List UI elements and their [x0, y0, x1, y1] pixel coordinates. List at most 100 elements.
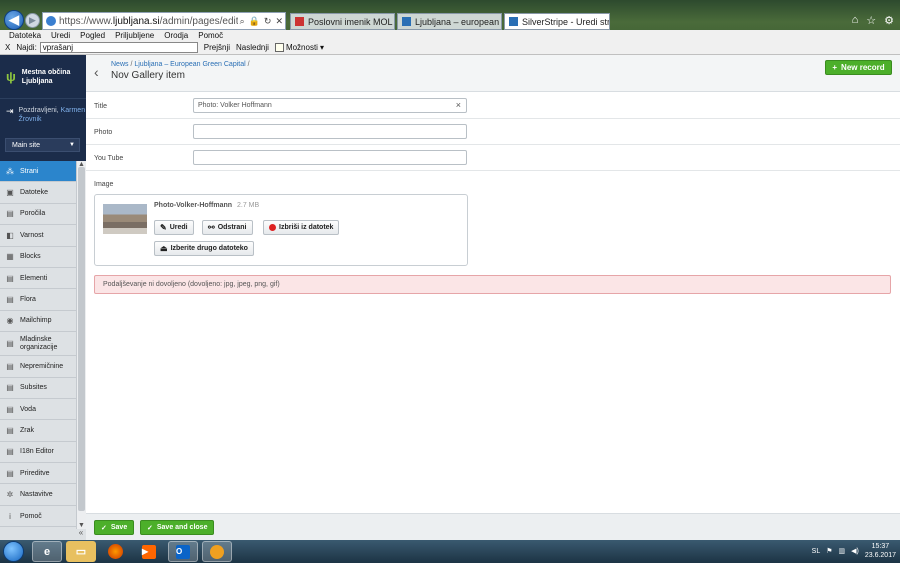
find-prev-button[interactable]: Prejšnji	[204, 43, 230, 52]
sidebar-item-6[interactable]: ▤ Flora	[0, 289, 76, 311]
browser-menubar: Datoteka Uredi Pogled Priljubljene Orodj…	[0, 30, 900, 41]
site-selector: Main site ▼	[0, 133, 86, 163]
firefox-taskbar-icon[interactable]	[100, 541, 130, 562]
stop-icon[interactable]: ✕	[273, 16, 285, 27]
lock-icon[interactable]: 🔒	[247, 16, 262, 27]
find-options-button[interactable]: Možnosti ▾	[274, 43, 324, 52]
collapse-sidebar-icon[interactable]: «	[76, 528, 86, 540]
delete-from-files-button[interactable]: Izbriši iz datotek	[263, 220, 340, 235]
sidebar-item-2[interactable]: ▤ Poročila	[0, 203, 76, 226]
menu-file[interactable]: Datoteka	[9, 30, 41, 41]
browser-tab-1[interactable]: Ljubljana – european green ca...	[397, 13, 502, 30]
menu-help[interactable]: Pomoč	[198, 30, 223, 41]
sidebar-scrollbar[interactable]: ▲ ▼	[76, 161, 86, 529]
reports-icon: ▤	[6, 209, 14, 219]
app-taskbar-icon[interactable]	[202, 541, 232, 562]
new-record-button[interactable]: + New record	[825, 60, 892, 75]
sidebar-item-10[interactable]: ▤ Subsites	[0, 377, 76, 399]
clock[interactable]: 15:37 23.6.2017	[865, 542, 896, 560]
back-arrow-icon[interactable]: ◀	[4, 10, 24, 30]
logout-icon[interactable]: ⇥	[6, 106, 14, 133]
search-icon[interactable]: ⌕	[238, 16, 247, 27]
sidebar-item-0[interactable]: ⁂ Strani	[0, 161, 76, 183]
ie-taskbar-icon[interactable]: e	[32, 541, 62, 562]
outlook-taskbar-icon[interactable]: O	[168, 541, 198, 562]
menu-favorites[interactable]: Priljubljene	[115, 30, 154, 41]
sidebar-item-8[interactable]: ▤ Mladinske organizacije	[0, 332, 76, 357]
brand[interactable]: ψ Mestna občina Ljubljana	[0, 55, 86, 98]
sidebar-item-5[interactable]: ▤ Elementi	[0, 267, 76, 290]
remove-button[interactable]: ⚯ Odstrani	[202, 220, 253, 235]
find-next-button[interactable]: Naslednji	[236, 43, 269, 52]
sidebar-item-11[interactable]: ▤ Voda	[0, 398, 76, 421]
sitemap-icon: ⁂	[6, 166, 14, 176]
find-label: Najdi:	[16, 43, 37, 52]
choose-another-file-button[interactable]: ⏏ Izberite drugo datoteko	[154, 241, 254, 256]
language-indicator[interactable]: SL	[812, 548, 821, 555]
menu-tools[interactable]: Orodja	[164, 30, 188, 41]
help-icon: i	[9, 511, 11, 521]
sidebar-item-4[interactable]: ▦ Blocks	[0, 246, 76, 268]
volume-icon[interactable]: ◀)	[851, 547, 859, 555]
refresh-icon[interactable]: ↻	[262, 16, 274, 27]
url-domain: ljubljana.si	[112, 15, 160, 27]
sidebar-item-15[interactable]: ✲ Nastavitve	[0, 484, 76, 506]
back-chevron-icon[interactable]: ‹	[94, 64, 99, 80]
home-icon[interactable]: ⌂	[852, 14, 859, 27]
browser-toolbar-icons: ⌂ ☆ ⚙	[852, 14, 894, 27]
sidebar-item-label: Flora	[20, 296, 36, 304]
youtube-row: You Tube	[86, 145, 900, 171]
save-label: Save	[110, 524, 128, 531]
save-button[interactable]: ✓ Save	[94, 520, 135, 535]
explorer-taskbar-icon[interactable]: ▭	[66, 541, 96, 562]
sidebar-item-1[interactable]: ▣ Datoteke	[0, 182, 76, 204]
mailchimp-icon: ◉	[6, 316, 14, 326]
forward-arrow-icon[interactable]: ▶	[25, 13, 40, 28]
water-icon: ▤	[6, 404, 14, 414]
file-name: Photo-Volker-Hoffmann 2.7 MB	[154, 202, 259, 209]
browser-tab-0[interactable]: Poslovni imenik MOL - Vsi stiki	[290, 13, 395, 30]
sidebar-item-13[interactable]: ▤ I18n Editor	[0, 441, 76, 464]
network-icon[interactable]: ▥	[839, 547, 846, 555]
image-upload-panel: Photo-Volker-Hoffmann 2.7 MB ✎ Uredi ⚯ O…	[94, 194, 468, 266]
youtube-input[interactable]	[193, 150, 467, 165]
sidebar-item-label: Mailchimp	[20, 317, 52, 325]
flag-icon[interactable]: ⚑	[826, 547, 832, 555]
breadcrumb-green-capital[interactable]: Ljubljana – European Green Capital	[134, 61, 245, 68]
sidebar-item-14[interactable]: ▤ Prireditve	[0, 463, 76, 485]
scrollbar-thumb[interactable]	[78, 167, 85, 511]
photo-input[interactable]	[193, 124, 467, 139]
address-bar[interactable]: https://www.ljubljana.si/admin/pages/edi…	[42, 12, 286, 30]
sidebar-item-7[interactable]: ◉ Mailchimp	[0, 310, 76, 333]
find-close-icon[interactable]: X	[5, 43, 10, 52]
edit-button[interactable]: ✎ Uredi	[154, 220, 194, 235]
gear-icon[interactable]: ⚙	[884, 14, 894, 27]
find-input[interactable]: vprašanj	[39, 42, 198, 53]
sidebar-item-label: Elementi	[20, 274, 48, 282]
options-icon	[274, 43, 284, 52]
user-info[interactable]: ⇥ Pozdravljeni, Karmen Žrovnik	[0, 98, 86, 133]
start-button[interactable]	[3, 541, 24, 562]
main-panel: ‹ News / Ljubljana – European Green Capi…	[86, 55, 900, 540]
find-options-label: Možnosti	[285, 43, 318, 52]
clear-icon[interactable]: ×	[456, 99, 461, 112]
media-player-taskbar-icon[interactable]: ▶	[134, 541, 164, 562]
sidebar-item-3[interactable]: ◧ Varnost	[0, 225, 76, 247]
sidebar-item-9[interactable]: ▤ Nepremičnine	[0, 356, 76, 378]
title-input[interactable]: Photo: Volker Hoffmann ×	[193, 98, 467, 113]
menu-edit[interactable]: Uredi	[51, 30, 70, 41]
site-select[interactable]: Main site ▼	[5, 138, 80, 152]
cms-sidebar: ψ Mestna občina Ljubljana ⇥ Pozdravljeni…	[0, 55, 86, 540]
breadcrumb-news[interactable]: News	[111, 61, 129, 68]
browser-tab-2[interactable]: SilverStripe - Uredi stran ✕	[504, 13, 610, 30]
delete-icon	[269, 224, 276, 231]
sidebar-item-12[interactable]: ▤ Zrak	[0, 420, 76, 442]
menu-view[interactable]: Pogled	[80, 30, 105, 41]
star-icon[interactable]: ☆	[866, 14, 876, 27]
tab-favicon-icon	[295, 17, 304, 26]
save-and-close-button[interactable]: ✓ Save and close	[140, 520, 215, 535]
address-url[interactable]: https://www.ljubljana.si/admin/pages/edi…	[59, 16, 238, 27]
sidebar-item-16[interactable]: i Pomoč	[0, 505, 76, 528]
tab-label: Ljubljana – european green ca...	[415, 16, 501, 27]
find-bar: X Najdi: vprašanj Prejšnji Naslednji Mož…	[0, 41, 900, 55]
